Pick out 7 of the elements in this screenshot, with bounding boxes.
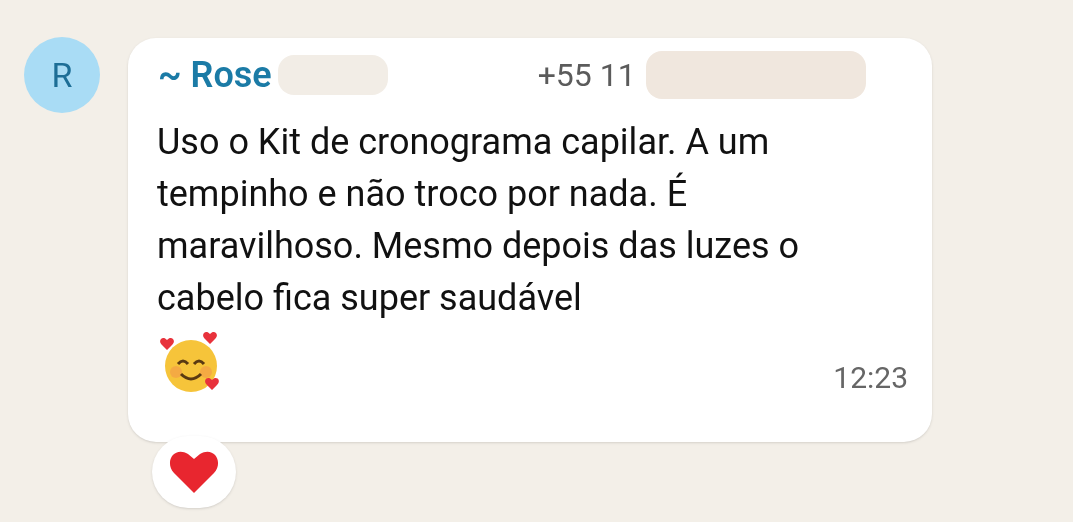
phone-number: +55 11 (537, 55, 636, 96)
heart-icon (168, 449, 220, 495)
sender-name[interactable]: ~ Rose (158, 48, 272, 102)
avatar[interactable]: R (24, 37, 100, 113)
avatar-letter: R (51, 53, 73, 97)
message-text: Uso o Kit de cronograma capilar. A um tempinho e não troco por nada. É maravilhoso. Mesmo depois das luzes o cabelo fica super saudável (156, 120, 801, 321)
message-time: 12:23 (833, 359, 908, 397)
